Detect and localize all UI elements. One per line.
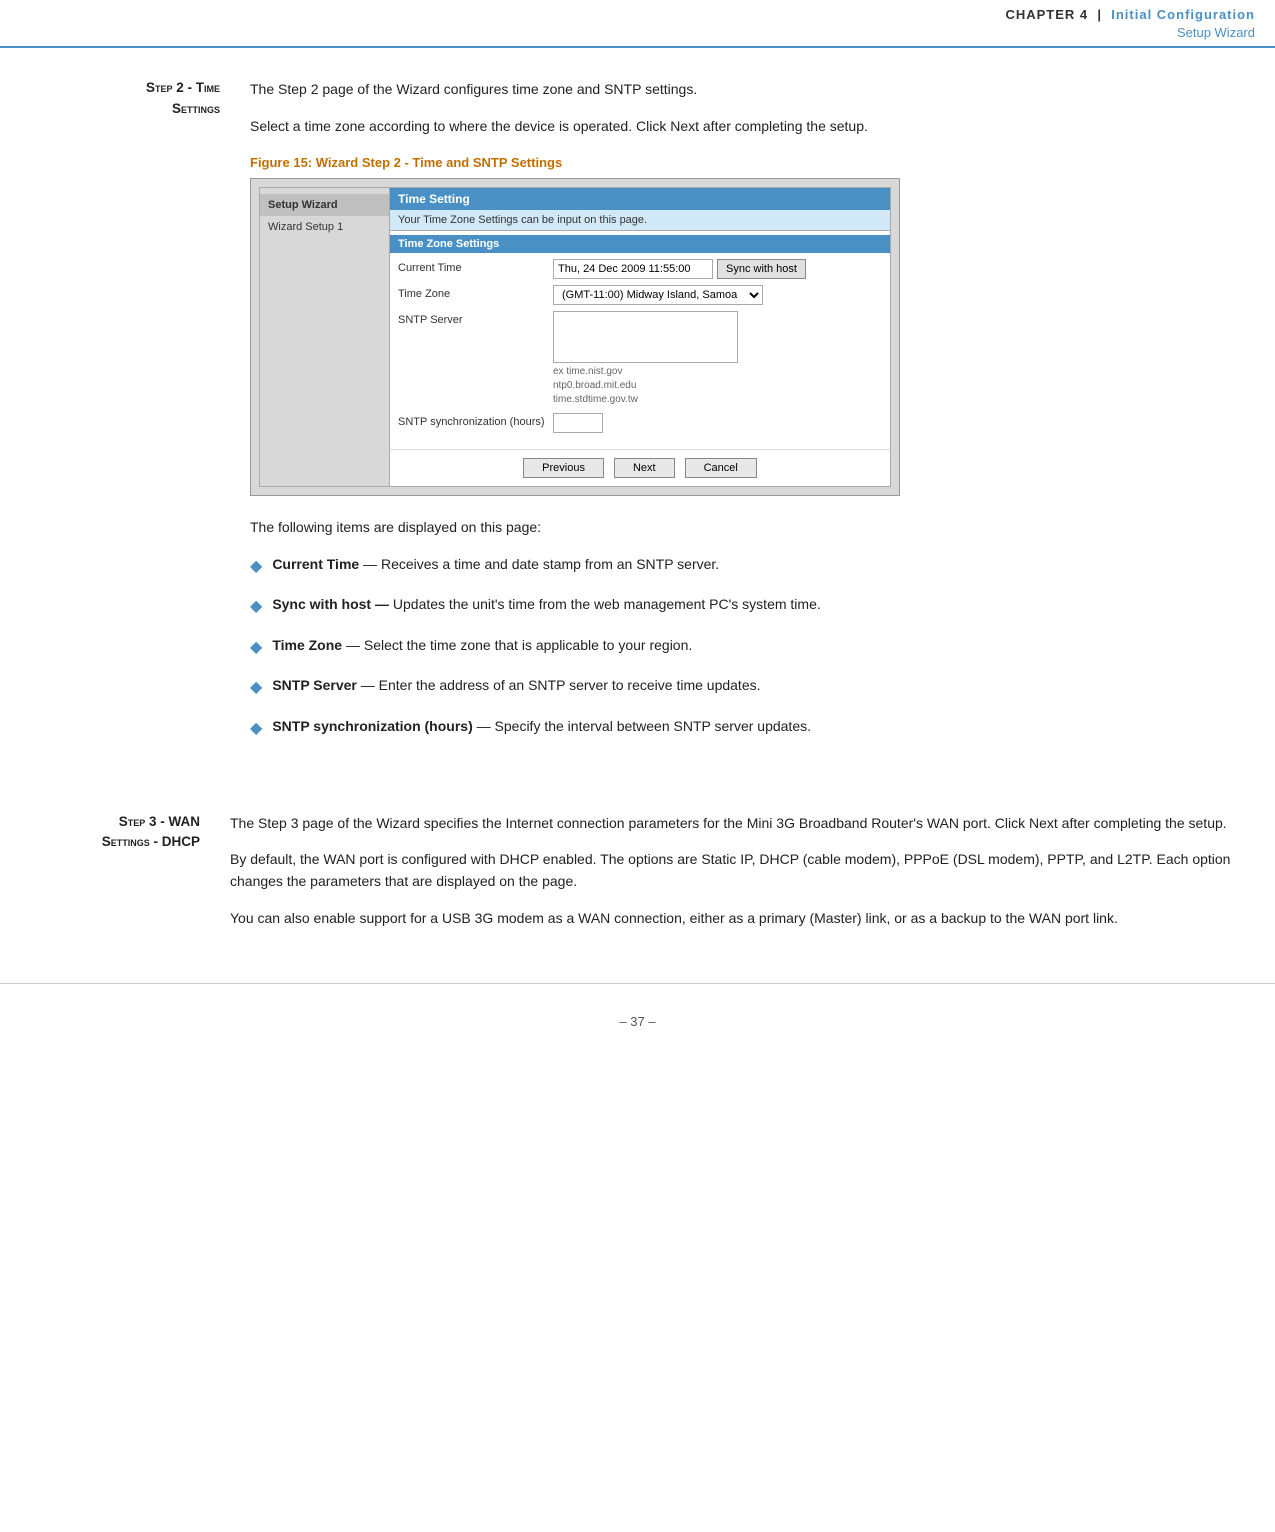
header-chapter-block: CHAPTER 4 | Initial Configuration Setup … <box>1005 6 1255 42</box>
bullet-desc-4: — Enter the address of an SNTP server to… <box>361 677 761 693</box>
step2-heading-line1: Step 2 - Time <box>146 80 220 95</box>
bullet-diamond-1: ◆ <box>250 554 262 580</box>
step3-para3: You can also enable support for a USB 3G… <box>230 907 1275 929</box>
timezone-value-group: (GMT-11:00) Midway Island, Samoa <box>553 285 763 305</box>
timezone-select[interactable]: (GMT-11:00) Midway Island, Samoa <box>553 285 763 305</box>
step3-para1: The Step 3 page of the Wizard specifies … <box>230 812 1275 834</box>
wizard-inner: Setup Wizard Wizard Setup 1 Time Setting… <box>259 187 891 487</box>
bullet-text-4: SNTP Server — Enter the address of an SN… <box>272 674 760 696</box>
step3-heading-line2: Settings - DHCP <box>102 834 200 849</box>
bullet-text-3: Time Zone — Select the time zone that is… <box>272 634 692 656</box>
next-button[interactable]: Next <box>614 458 675 478</box>
sntp-hours-input[interactable] <box>553 413 603 433</box>
bullet-dash-1: — Receives a time and date stamp from an… <box>363 556 719 572</box>
bullet-desc-5: — Specify the interval between SNTP serv… <box>477 718 811 734</box>
step3-heading-line1: Step 3 - WAN <box>119 814 200 829</box>
main-content: Step 2 - Time Settings The Step 2 page o… <box>0 48 1275 781</box>
bullet-term-4: SNTP Server <box>272 677 357 693</box>
bullet-item-sntp-server: ◆ SNTP Server — Enter the address of an … <box>250 674 1255 701</box>
step2-heading-line2: Settings <box>172 101 220 116</box>
wizard-sidebar: Setup Wizard Wizard Setup 1 <box>260 188 390 486</box>
sntp-server-label: SNTP Server <box>398 311 553 326</box>
step3-para2: By default, the WAN port is configured w… <box>230 848 1275 893</box>
step3-left-col: Step 3 - WAN Settings - DHCP <box>0 812 220 944</box>
bullet-term-2: Sync with host — <box>272 596 389 612</box>
right-column: The Step 2 page of the Wizard configures… <box>240 78 1255 761</box>
step3-heading: Step 3 - WAN Settings - DHCP <box>0 812 200 853</box>
bullet-text-5: SNTP synchronization (hours) — Specify t… <box>272 715 811 737</box>
sntp-server-row: SNTP Server ex time.nist.gov ntp0.broad.… <box>398 311 882 407</box>
bullet-term-3: Time Zone <box>272 637 342 653</box>
bullet-item-timezone: ◆ Time Zone — Select the time zone that … <box>250 634 1255 661</box>
page-header: CHAPTER 4 | Initial Configuration Setup … <box>0 0 1275 48</box>
wizard-section-desc: Your Time Zone Settings can be input on … <box>390 210 890 231</box>
wizard-main-area: Time Setting Your Time Zone Settings can… <box>390 188 890 486</box>
bullet-diamond-4: ◆ <box>250 675 262 701</box>
sidebar-item-wizard-setup1[interactable]: Wizard Setup 1 <box>260 216 389 238</box>
wizard-zone-header: Time Zone Settings <box>390 235 890 253</box>
bullet-term-5: SNTP synchronization (hours) <box>272 718 472 734</box>
section2-label: Setup Wizard <box>1005 24 1255 42</box>
sync-with-host-button[interactable]: Sync with host <box>717 259 806 279</box>
sntp-hours-value-group <box>553 413 603 433</box>
bullet-text-1: Current Time — Receives a time and date … <box>272 553 719 575</box>
step2-intro1: The Step 2 page of the Wizard configures… <box>250 78 1255 100</box>
sntp-server-input[interactable] <box>553 311 738 363</box>
step2-intro2: Select a time zone according to where th… <box>250 115 1255 137</box>
step3-section: Step 3 - WAN Settings - DHCP The Step 3 … <box>0 812 1275 944</box>
timezone-row: Time Zone (GMT-11:00) Midway Island, Sam… <box>398 285 882 305</box>
bullet-diamond-5: ◆ <box>250 716 262 742</box>
timezone-label: Time Zone <box>398 285 553 300</box>
sntp-note-line3: time.stdtime.gov.tw <box>553 394 638 405</box>
page-number: – 37 – <box>619 1014 655 1029</box>
previous-button[interactable]: Previous <box>523 458 604 478</box>
chapter-word: CHAPTER 4 <box>1005 7 1088 22</box>
sntp-hours-label: SNTP synchronization (hours) <box>398 413 553 428</box>
wizard-section-title: Time Setting <box>390 188 890 210</box>
bullet-list: ◆ Current Time — Receives a time and dat… <box>250 553 1255 742</box>
section1-label: Initial Configuration <box>1111 7 1255 22</box>
bullet-diamond-2: ◆ <box>250 594 262 620</box>
current-time-row: Current Time Sync with host <box>398 259 882 279</box>
sntp-hours-row: SNTP synchronization (hours) <box>398 413 882 433</box>
figure-caption: Figure 15: Wizard Step 2 - Time and SNTP… <box>250 155 1255 170</box>
step3-right-col: The Step 3 page of the Wizard specifies … <box>220 812 1275 944</box>
wizard-form: Current Time Sync with host Time Zone <box>390 253 890 445</box>
left-column: Step 2 - Time Settings <box>20 78 240 761</box>
wizard-nav-buttons: Previous Next Cancel <box>390 449 890 486</box>
bullet-item-current-time: ◆ Current Time — Receives a time and dat… <box>250 553 1255 580</box>
step2-heading: Step 2 - Time Settings <box>20 78 220 119</box>
current-time-label: Current Time <box>398 259 553 274</box>
sntp-note: ex time.nist.gov ntp0.broad.mit.edu time… <box>553 365 738 407</box>
bullet-item-sntp-hours: ◆ SNTP synchronization (hours) — Specify… <box>250 715 1255 742</box>
current-time-value-group: Sync with host <box>553 259 806 279</box>
sidebar-item-setup-wizard[interactable]: Setup Wizard <box>260 194 389 216</box>
current-time-input[interactable] <box>553 259 713 279</box>
sntp-server-value-group: ex time.nist.gov ntp0.broad.mit.edu time… <box>553 311 738 407</box>
bullet-text-2: Sync with host — Updates the unit's time… <box>272 593 820 615</box>
bullet-item-sync: ◆ Sync with host — Updates the unit's ti… <box>250 593 1255 620</box>
sntp-note-line2: ntp0.broad.mit.edu <box>553 380 636 391</box>
cancel-button[interactable]: Cancel <box>685 458 757 478</box>
sntp-note-line1: ex time.nist.gov <box>553 366 622 377</box>
bullet-term-1: Current Time <box>272 556 359 572</box>
bullet-diamond-3: ◆ <box>250 635 262 661</box>
page-footer: – 37 – <box>0 983 1275 1039</box>
bullets-intro: The following items are displayed on thi… <box>250 516 1255 538</box>
bullet-desc-3: — Select the time zone that is applicabl… <box>346 637 692 653</box>
bullet-desc-2: Updates the unit's time from the web man… <box>393 596 821 612</box>
wizard-frame: Setup Wizard Wizard Setup 1 Time Setting… <box>250 178 900 496</box>
chapter-label: CHAPTER 4 | Initial Configuration <box>1005 6 1255 24</box>
